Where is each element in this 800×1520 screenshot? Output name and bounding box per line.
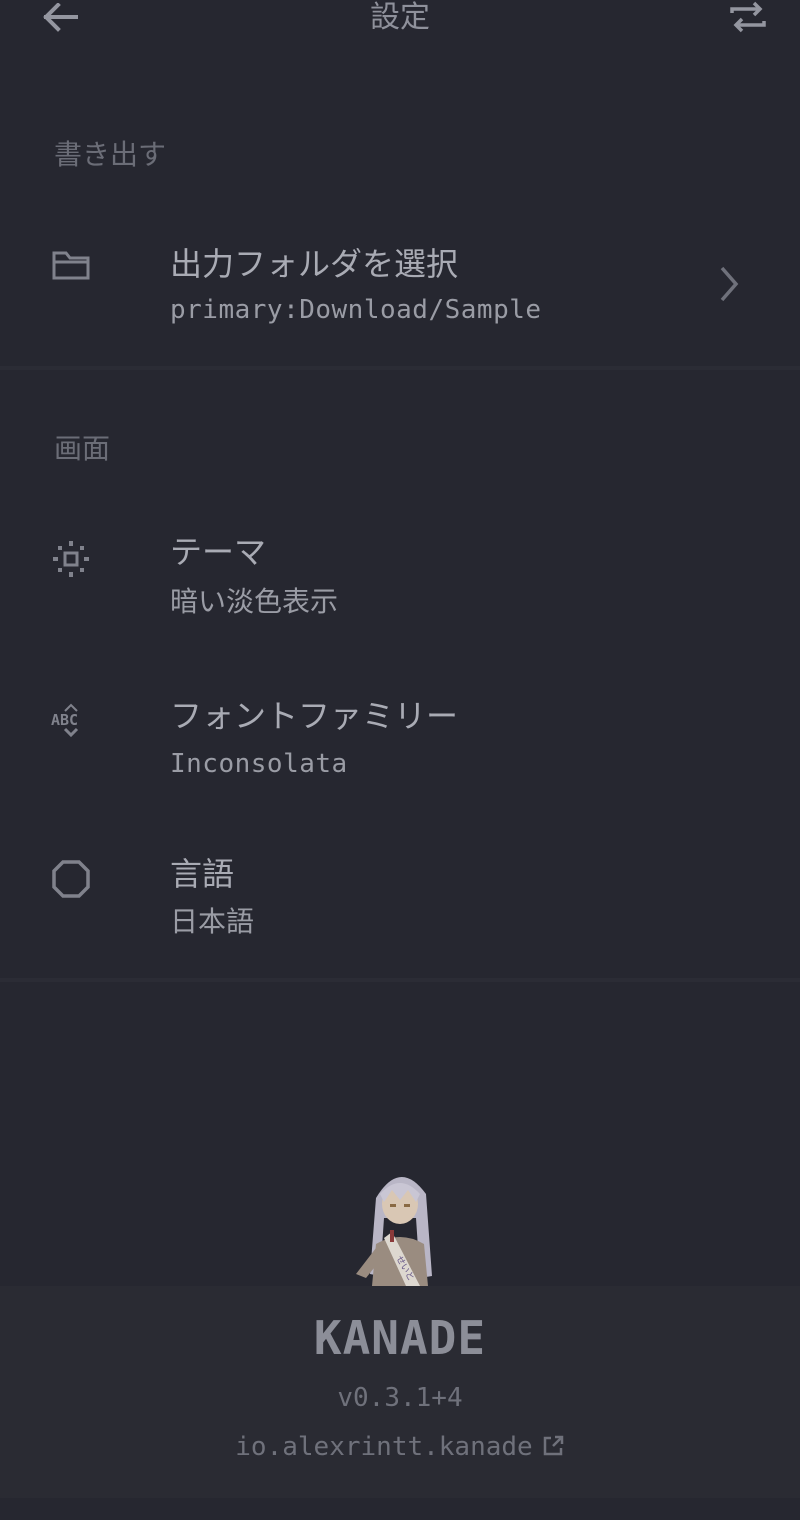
mascot-image: せいと <box>356 1176 432 1286</box>
section-header-export: 書き出す <box>54 138 167 171</box>
swap-icon <box>730 1 766 33</box>
theme-icon <box>50 538 92 580</box>
app-bar: 設定 <box>0 0 800 44</box>
section-header-display: 画面 <box>54 432 111 465</box>
language-item[interactable]: 言語 日本語 <box>0 844 800 964</box>
bottom-strip <box>0 1498 800 1520</box>
output-folder-path: primary:Download/Sample <box>170 295 542 325</box>
font-family-value: Inconsolata <box>170 749 348 779</box>
font-icon: ABC <box>50 700 92 742</box>
output-folder-title: 出力フォルダを選択 <box>170 245 459 283</box>
package-name: io.alexrintt.kanade <box>235 1432 533 1462</box>
output-folder-item[interactable]: 出力フォルダを選択 primary:Download/Sample <box>0 230 800 366</box>
app-logo: KANADE <box>313 1311 487 1365</box>
section-divider <box>0 366 800 370</box>
theme-title: テーマ <box>170 533 267 571</box>
package-link[interactable]: io.alexrintt.kanade <box>0 1431 800 1466</box>
folder-icon <box>50 244 92 286</box>
theme-value: 暗い淡色表示 <box>170 585 339 618</box>
page-title: 設定 <box>370 0 430 35</box>
swap-button[interactable] <box>726 0 770 36</box>
about-footer: KANADE v0.3.1+4 io.alexrintt.kanade <box>0 1286 800 1498</box>
language-title: 言語 <box>170 855 235 893</box>
font-family-item[interactable]: ABC フォントファミリー Inconsolata <box>0 686 800 806</box>
language-icon <box>50 858 92 900</box>
chevron-right-icon <box>714 262 744 306</box>
theme-item[interactable]: テーマ 暗い淡色表示 <box>0 520 800 640</box>
section-divider <box>0 978 800 982</box>
external-link-icon <box>541 1434 565 1466</box>
font-family-title: フォントファミリー <box>170 697 459 735</box>
settings-screen: 設定 書き出す 出力フォルダを選択 primary:Download/Sampl… <box>0 0 800 1520</box>
svg-text:ABC: ABC <box>51 711 78 729</box>
app-version: v0.3.1+4 <box>337 1383 463 1413</box>
language-value: 日本語 <box>170 905 255 938</box>
